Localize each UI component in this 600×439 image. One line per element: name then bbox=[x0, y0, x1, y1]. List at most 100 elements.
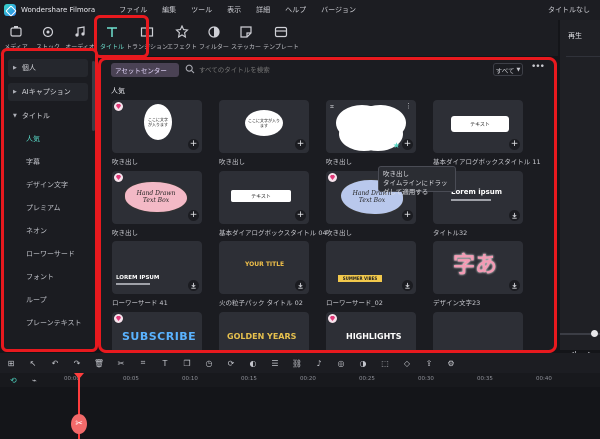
menu-file[interactable]: ファイル bbox=[119, 5, 147, 15]
export-frame-icon[interactable]: ⇪ bbox=[418, 359, 440, 368]
title-card-16[interactable] bbox=[433, 312, 523, 350]
rotate-icon[interactable]: ⟳ bbox=[220, 359, 242, 368]
download-button[interactable] bbox=[509, 280, 520, 291]
design-text-thumb: 字あ bbox=[453, 253, 498, 278]
menu-help[interactable]: ヘルプ bbox=[285, 5, 306, 15]
title-card-label: ローワーサード 41 bbox=[112, 299, 168, 307]
sidebar-category-personal[interactable]: ▶ 個人 bbox=[8, 59, 88, 77]
title-card-2[interactable]: ここに文字が入ります + bbox=[219, 100, 309, 153]
title-card-12[interactable]: 字あ bbox=[433, 241, 523, 294]
add-to-timeline-button[interactable]: + bbox=[295, 210, 306, 221]
title-card-14[interactable]: GOLDEN YEARS bbox=[219, 312, 309, 350]
title-card-10[interactable]: YOUR TITLE bbox=[219, 241, 309, 294]
download-button[interactable] bbox=[295, 280, 306, 291]
summer-banner-thumb: SUMMER VIBES bbox=[338, 275, 382, 282]
text-icon[interactable]: T bbox=[154, 359, 176, 368]
sidebar-item-premium[interactable]: プレミアム bbox=[26, 203, 61, 213]
sidebar-category-label: タイトル bbox=[21, 112, 50, 120]
title-card-9[interactable]: LOREM IPSUM bbox=[112, 241, 202, 294]
sidebar-category-ai-caption[interactable]: ▶ AIキャプション bbox=[8, 83, 88, 101]
sidebar-item-design-text[interactable]: デザイン文字 bbox=[26, 180, 68, 190]
title-card-6[interactable]: テキスト + bbox=[219, 171, 309, 224]
track-magnet-icon[interactable]: ⌁ bbox=[32, 376, 37, 385]
track-link-icon[interactable]: ⟲ bbox=[10, 376, 17, 385]
add-to-timeline-button[interactable]: + bbox=[188, 210, 199, 221]
keyframe-icon[interactable]: ◇ bbox=[396, 359, 418, 368]
title-card-11[interactable]: SUMMER VIBES bbox=[326, 241, 416, 294]
preview-tab[interactable]: 再生 bbox=[568, 31, 600, 41]
timer-icon[interactable]: ◷ bbox=[198, 359, 220, 368]
search-icon bbox=[185, 64, 195, 74]
title-card-label: デザイン文字23 bbox=[433, 299, 481, 307]
title-card-5[interactable]: Hand Drawn Text Box + bbox=[112, 171, 202, 224]
delete-icon[interactable]: 🗑 bbox=[88, 359, 110, 368]
ai-cutout-icon[interactable]: ⬚ bbox=[374, 359, 396, 368]
ruler-tick: 00:35 bbox=[477, 376, 493, 382]
speech-bubble-thumb: ここに文字が入ります bbox=[245, 110, 283, 136]
more-vert-icon[interactable]: ⋮ bbox=[405, 102, 412, 110]
tab-filter[interactable]: フィルター bbox=[198, 20, 230, 56]
title-card-15[interactable]: HIGHLIGHTS bbox=[326, 312, 416, 350]
mask-icon[interactable]: ◎ bbox=[330, 359, 352, 368]
sidebar-category-title[interactable]: ▼ タイトル bbox=[8, 107, 88, 125]
dialog-box-thumb: テキスト bbox=[451, 116, 509, 132]
sidebar-item-popular[interactable]: 人気 bbox=[26, 134, 40, 144]
tab-template[interactable]: テンプレート bbox=[262, 20, 300, 56]
menu-view[interactable]: 表示 bbox=[227, 5, 241, 15]
effect-icon bbox=[175, 25, 189, 39]
copy-icon[interactable]: ❐ bbox=[176, 359, 198, 368]
add-to-timeline-button[interactable]: + bbox=[509, 139, 520, 150]
menu-version[interactable]: バージョン bbox=[321, 5, 356, 15]
add-to-timeline-button[interactable]: + bbox=[295, 139, 306, 150]
playhead-scissors-icon[interactable]: ✂ bbox=[71, 414, 87, 434]
scissors-icon[interactable]: ✂ bbox=[110, 359, 132, 368]
more-options-icon[interactable]: ••• bbox=[531, 62, 545, 72]
search-input[interactable] bbox=[199, 63, 399, 77]
redo-icon[interactable]: ↷ bbox=[66, 359, 88, 368]
audio-wave-icon[interactable]: ♪ bbox=[308, 359, 330, 368]
sidebar-item-neon[interactable]: ネオン bbox=[26, 226, 47, 236]
sidebar-item-plain-text[interactable]: プレーンテキスト bbox=[26, 318, 81, 328]
stock-icon bbox=[42, 26, 54, 38]
sidebar-item-font[interactable]: フォント bbox=[26, 272, 54, 282]
sidebar-item-lower-third[interactable]: ローワーサード bbox=[26, 249, 75, 259]
crop-icon[interactable]: ⌗ bbox=[132, 358, 154, 368]
sidebar-item-loop[interactable]: ループ bbox=[26, 295, 47, 305]
menu-tools[interactable]: ツール bbox=[191, 5, 212, 15]
undo-icon[interactable]: ↶ bbox=[44, 359, 66, 368]
add-to-timeline-button[interactable]: + bbox=[402, 139, 413, 150]
favorite-star-icon[interactable]: ★ bbox=[393, 141, 400, 150]
title-card-label: 基本ダイアログボックスタイトル 04 bbox=[219, 229, 327, 237]
asset-center-button[interactable]: アセットセンター bbox=[111, 63, 179, 77]
download-button[interactable] bbox=[402, 280, 413, 291]
adjust-icon[interactable]: ☰ bbox=[264, 359, 286, 368]
sidebar-scrollbar[interactable] bbox=[92, 61, 95, 131]
sidebar-item-subtitle[interactable]: 字幕 bbox=[26, 157, 40, 167]
preview-seek-handle[interactable] bbox=[590, 330, 598, 337]
menu-advanced[interactable]: 詳細 bbox=[256, 5, 270, 15]
title-card-3[interactable]: ⌗ ⋮ ★ + bbox=[326, 100, 416, 153]
color-icon[interactable]: ◐ bbox=[242, 359, 264, 368]
title-card-13[interactable]: SUBSCRIBE bbox=[112, 312, 202, 350]
selection-icon: ⌗ bbox=[330, 103, 334, 111]
add-to-timeline-button[interactable]: + bbox=[188, 139, 199, 150]
title-card-4[interactable]: テキスト + bbox=[433, 100, 523, 153]
add-to-timeline-button[interactable]: + bbox=[402, 210, 413, 221]
tab-effect[interactable]: エフェクト bbox=[166, 20, 198, 56]
premium-gem-icon bbox=[114, 173, 123, 182]
title-card-1[interactable]: ここに文字が入ります + bbox=[112, 100, 202, 153]
timeline-tracks[interactable] bbox=[0, 387, 600, 439]
speed-icon[interactable]: ◑ bbox=[352, 359, 374, 368]
download-button[interactable] bbox=[509, 210, 520, 221]
menu-edit[interactable]: 編集 bbox=[162, 5, 176, 15]
filter-all-dropdown[interactable]: すべて ▼ bbox=[493, 63, 523, 76]
settings-icon[interactable]: ⚙ bbox=[440, 359, 462, 368]
tab-sticker[interactable]: ステッカー bbox=[230, 20, 262, 56]
select-arrow-icon[interactable]: ↖ bbox=[22, 359, 44, 368]
timeline-ruler[interactable]: 00:00 00:05 00:10 00:15 00:20 00:25 00:3… bbox=[0, 373, 600, 387]
link-icon[interactable]: ⛓ bbox=[286, 359, 308, 368]
download-button[interactable] bbox=[188, 280, 199, 291]
sidebar-category-label: AIキャプション bbox=[21, 88, 71, 96]
tab-template-label: テンプレート bbox=[263, 44, 299, 51]
grid-icon[interactable]: ⊞ bbox=[0, 359, 22, 368]
